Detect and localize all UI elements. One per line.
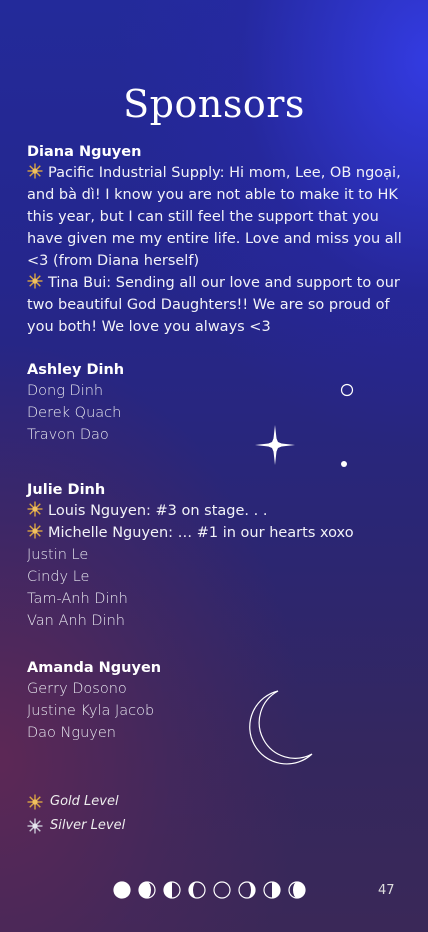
legend-item-gold: Gold Level [27, 790, 125, 814]
gold-level-icon [27, 163, 43, 179]
sponsors-page: Sponsors Diana Nguyen Pacific Industrial… [0, 0, 428, 932]
sponsor-entry: Dong Dinh [27, 383, 104, 399]
new-moon-icon [213, 881, 231, 899]
sponsor-entry: Justine Kyla Jacob [27, 703, 155, 719]
sponsor-entry: Louis Nguyen: #3 on stage. . . [27, 500, 407, 522]
sponsor-entry: Tina Bui: Sending all our love and suppo… [27, 272, 407, 338]
sponsor-entry: Cindy Le [27, 569, 90, 585]
sponsor-name: Ashley Dinh [27, 362, 125, 378]
legend-label: Gold Level [50, 794, 119, 809]
sponsor-entry: Tam-Anh Dinh [27, 591, 128, 607]
sponsor-section: Amanda Nguyen Gerry Dosono Justine Kyla … [27, 658, 407, 744]
sponsor-level-legend: Gold Level Silver Level [27, 790, 125, 838]
legend-item-silver: Silver Level [27, 814, 125, 838]
sponsor-entry-text: Louis Nguyen: #3 on stage. . . [48, 503, 268, 519]
sponsor-entry-text: Pacific Industrial Supply: Hi mom, Lee, … [27, 165, 402, 269]
sponsor-entry-text: Michelle Nguyen: … #1 in our hearts xoxo [48, 525, 354, 541]
page-number: 47 [378, 883, 395, 898]
sponsor-entry-text: Tina Bui: Sending all our love and suppo… [27, 275, 400, 335]
sponsor-name: Diana Nguyen [27, 144, 142, 160]
sponsor-entry: Derek Quach [27, 405, 122, 421]
sponsor-name: Amanda Nguyen [27, 660, 162, 676]
waning-gibbous-moon-icon [138, 881, 156, 899]
sponsor-entry: Van Anh Dinh [27, 613, 125, 629]
sponsor-entry: Gerry Dosono [27, 681, 127, 697]
sponsor-section: Ashley Dinh Dong Dinh Derek Quach Travon… [27, 360, 407, 446]
waxing-gibbous-moon-icon [288, 881, 306, 899]
sponsor-section: Julie Dinh Louis Nguyen: #3 on stage. . … [27, 480, 407, 632]
page-title: Sponsors [123, 82, 305, 126]
sponsor-entry: Pacific Industrial Supply: Hi mom, Lee, … [27, 162, 407, 272]
gold-level-icon [27, 273, 43, 289]
silver-level-icon [27, 818, 43, 834]
first-quarter-moon-icon [263, 881, 281, 899]
legend-label: Silver Level [50, 818, 126, 833]
sponsor-list: Diana Nguyen Pacific Industrial Supply: … [27, 142, 407, 766]
waxing-crescent-moon-icon [238, 881, 256, 899]
full-moon-icon [113, 881, 131, 899]
gold-level-icon [27, 501, 43, 517]
sponsor-name: Julie Dinh [27, 482, 106, 498]
moon-phases [113, 881, 306, 899]
gold-level-icon [27, 523, 43, 539]
sponsor-entry: Travon Dao [27, 427, 109, 443]
sponsor-entry: Justin Le [27, 547, 89, 563]
waning-crescent-moon-icon [188, 881, 206, 899]
sponsor-entry: Dao Nguyen [27, 725, 116, 741]
last-quarter-moon-icon [163, 881, 181, 899]
gold-level-icon [27, 794, 43, 810]
sponsor-section: Diana Nguyen Pacific Industrial Supply: … [27, 142, 407, 338]
sponsor-entry: Michelle Nguyen: … #1 in our hearts xoxo [27, 522, 407, 544]
